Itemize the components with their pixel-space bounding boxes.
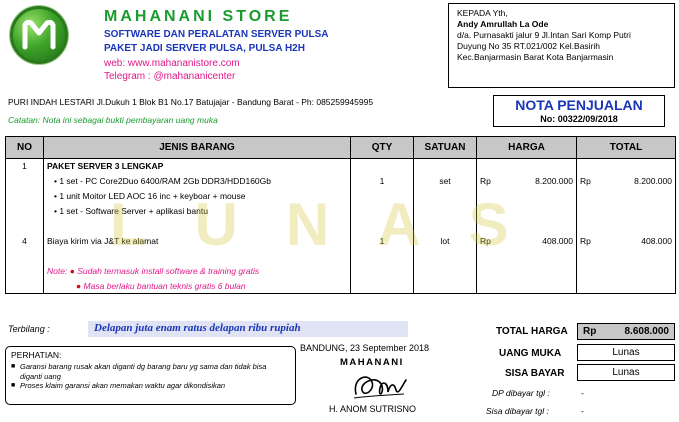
- store-telegram: Telegram : @mahananicenter: [104, 71, 236, 82]
- note-item-2: Masa berlaku bantuan teknis gratis 6 bul…: [83, 280, 246, 291]
- total-value: 408.000: [641, 236, 672, 246]
- cell-total: [576, 203, 676, 219]
- store-tagline-1: SOFTWARE DAN PERALATAN SERVER PULSA: [104, 29, 329, 40]
- cell-price: [476, 158, 577, 174]
- bullet-icon: ●: [69, 266, 75, 276]
- warranty-notice-title: PERHATIAN:: [11, 350, 62, 360]
- cell-no: [5, 248, 44, 264]
- invoice-title: NOTA PENJUALAN: [515, 97, 643, 113]
- table-header-row: NO JENIS BARANG QTY SATUAN HARGA TOTAL: [5, 136, 676, 159]
- note-cell: Note: ● Sudah termasuk install software …: [43, 263, 351, 279]
- price-currency: Rp: [480, 176, 491, 186]
- recipient-label: KEPADA Yth,: [457, 8, 508, 18]
- price-value: 8.200.000: [535, 176, 573, 186]
- store-name: MAHANANI STORE: [104, 8, 293, 25]
- grand-total-label: TOTAL HARGA: [496, 326, 568, 337]
- column-header-price: HARGA: [476, 136, 577, 159]
- store-tagline-2: PAKET JADI SERVER PULSA, PULSA H2H: [104, 43, 305, 54]
- down-payment-value: Lunas: [577, 344, 675, 361]
- note-label: Note:: [47, 266, 68, 276]
- recipient-name: Andy Amrullah La Ode: [457, 19, 549, 29]
- cell-no: [5, 188, 44, 204]
- signature-scribble-icon: [353, 376, 407, 399]
- total-currency: Rp: [580, 176, 591, 186]
- amount-in-words: Delapan juta enam ratus delapan ribu rup…: [94, 322, 301, 334]
- signature-date: BANDUNG, 23 September 2018: [300, 343, 430, 353]
- cell-no: [5, 203, 44, 219]
- cell-total: [576, 218, 676, 234]
- cell-no: [5, 173, 44, 189]
- recipient-address-2: Duyung No 35 RT.021/002 Kel.Basirih: [457, 41, 601, 51]
- grand-total-value: 8.608.000: [624, 326, 670, 337]
- balance-date-value: -: [581, 406, 584, 416]
- column-header-qty: QTY: [350, 136, 414, 159]
- table-row: • 1 set - PC Core2Duo 6400/RAM 2Gb DDR3/…: [5, 173, 676, 189]
- store-address: PURI INDAH LESTARI Jl.Dukuh 1 Blok B1 No…: [8, 97, 374, 107]
- amount-in-words-label: Terbilang :: [8, 324, 50, 334]
- invoice-number: No: 00322/09/2018: [540, 114, 618, 124]
- cell-no: 1: [5, 158, 44, 174]
- cell-desc: PAKET SERVER 3 LENGKAP: [43, 158, 351, 174]
- logo-m-icon: [22, 19, 56, 50]
- cell-total: [576, 188, 676, 204]
- paid-watermark: LUNAS: [110, 191, 557, 258]
- cell-total: [576, 248, 676, 264]
- bullet-icon: ●: [76, 280, 82, 291]
- total-value: 8.200.000: [634, 176, 672, 186]
- column-header-no: NO: [5, 136, 44, 159]
- invoice-title-box: NOTA PENJUALAN No: 00322/09/2018: [493, 95, 665, 127]
- note-item-1: Sudah termasuk install software & traini…: [77, 266, 260, 276]
- grand-total-box: Rp 8.608.000: [577, 323, 675, 340]
- warranty-notice-item-1: Garansi barang rusak akan diganti dg bar…: [11, 362, 290, 381]
- cell-price: Rp 8.200.000: [476, 173, 577, 189]
- remaining-balance-label: SISA BAYAR: [505, 368, 565, 379]
- down-payment-label: UANG MUKA: [499, 348, 562, 359]
- table-row: 1 PAKET SERVER 3 LENGKAP: [5, 158, 676, 174]
- total-currency: Rp: [580, 236, 591, 246]
- cell-qty: 1: [350, 173, 414, 189]
- recipient-address-1: d/a. Purnasakti jalur 9 Jl.Intan Sari Ko…: [457, 30, 631, 40]
- column-header-item: JENIS BARANG: [43, 136, 351, 159]
- recipient-box: KEPADA Yth, Andy Amrullah La Ode d/a. Pu…: [448, 3, 675, 88]
- table-note-row: Note: ● Sudah termasuk install software …: [5, 263, 676, 279]
- warranty-notice-item-2: Proses klaim garansi akan memakan waktu …: [11, 381, 290, 391]
- signature-company: MAHANANI: [340, 357, 404, 368]
- warranty-notice: PERHATIAN: Garansi barang rusak akan dig…: [5, 346, 296, 405]
- balance-date-label: Sisa dibayar tgl :: [486, 406, 549, 416]
- note-cell: ● Masa berlaku bantuan teknis gratis 6 b…: [43, 278, 351, 294]
- cell-desc: • 1 set - PC Core2Duo 6400/RAM 2Gb DDR3/…: [43, 173, 351, 189]
- cell-total: Rp 8.200.000: [576, 173, 676, 189]
- cell-no: 4: [5, 233, 44, 249]
- column-header-total: TOTAL: [576, 136, 676, 159]
- store-website: web: www.mahananistore.com: [104, 58, 240, 69]
- payment-note: Catatan: Nota ini sebagai bukti pembayar…: [8, 115, 218, 125]
- column-header-unit: SATUAN: [413, 136, 477, 159]
- cell-no: [5, 218, 44, 234]
- dp-date-label: DP dibayar tgl :: [492, 388, 550, 398]
- dp-date-value: -: [581, 388, 584, 398]
- store-logo: [10, 6, 68, 64]
- cell-total: Rp 408.000: [576, 233, 676, 249]
- cell-unit: [413, 158, 477, 174]
- recipient-address-3: Kec.Banjarmasin Barat Kota Banjarmasin: [457, 52, 614, 62]
- grand-total-currency: Rp: [583, 326, 597, 337]
- table-note-row: ● Masa berlaku bantuan teknis gratis 6 b…: [5, 278, 676, 294]
- cell-total: [576, 158, 676, 174]
- remaining-balance-value: Lunas: [577, 364, 675, 381]
- cell-unit: set: [413, 173, 477, 189]
- cell-qty: [350, 158, 414, 174]
- signature-name: H. ANOM SUTRISNO: [329, 404, 417, 414]
